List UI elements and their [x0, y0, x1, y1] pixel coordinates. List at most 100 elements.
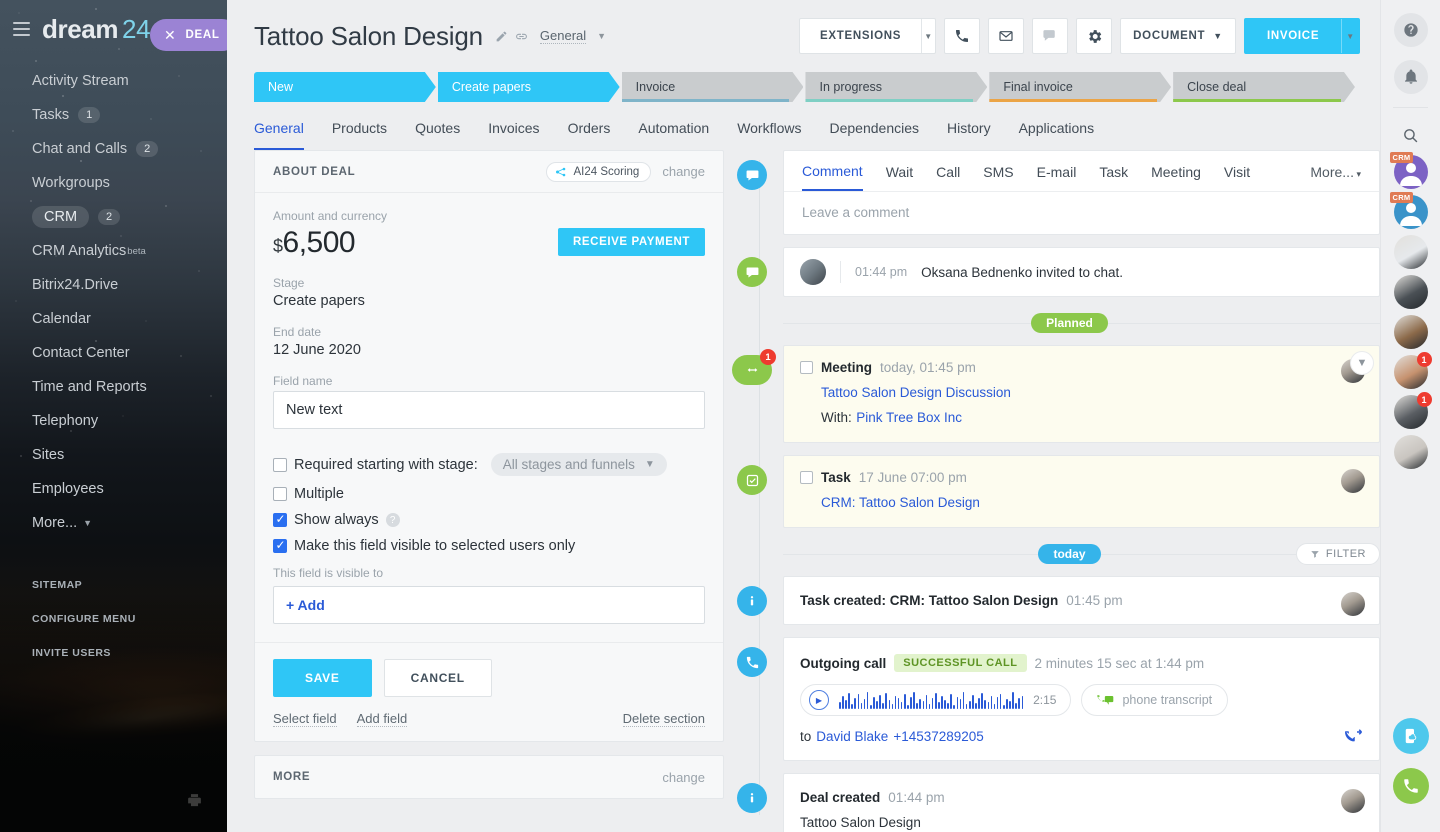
tab-invoices[interactable]: Invoices	[488, 120, 539, 150]
change-link[interactable]: change	[662, 164, 705, 179]
bell-icon[interactable]	[1394, 60, 1428, 94]
tab-workflows[interactable]: Workflows	[737, 120, 801, 150]
tab-history[interactable]: History	[947, 120, 991, 150]
call-to-phone[interactable]: +14537289205	[893, 729, 983, 744]
audio-waveform[interactable]	[839, 692, 1023, 709]
copy-link-icon[interactable]	[515, 30, 528, 43]
deal-tab-pill[interactable]: ✕ DEAL	[150, 19, 227, 51]
close-icon[interactable]: ✕	[164, 27, 176, 44]
menu-burger-icon[interactable]	[13, 22, 30, 36]
required-checkbox[interactable]	[273, 458, 287, 472]
activity-tab-meeting[interactable]: Meeting	[1151, 164, 1201, 190]
select-field-link[interactable]: Select field	[273, 711, 337, 727]
field-name-input[interactable]	[273, 391, 705, 429]
sidebar-item-activity-stream[interactable]: Activity Stream	[0, 64, 227, 98]
cancel-button[interactable]: CANCEL	[384, 659, 492, 697]
show-always-checkbox[interactable]	[273, 513, 287, 527]
extensions-button[interactable]: EXTENSIONS ▼	[799, 18, 936, 54]
call-to-name[interactable]: David Blake	[816, 729, 888, 744]
rail-avatar[interactable]: CRM	[1394, 155, 1428, 189]
logo[interactable]: dream24	[42, 14, 150, 45]
stage-new[interactable]: New	[254, 72, 436, 102]
receive-payment-button[interactable]: RECEIVE PAYMENT	[558, 228, 705, 256]
more-change-link[interactable]: change	[662, 770, 705, 785]
rail-avatar[interactable]	[1394, 435, 1428, 469]
sidebar-item-employees[interactable]: Employees	[0, 472, 227, 506]
ai-scoring-badge[interactable]: AI24 Scoring	[546, 162, 651, 182]
chevron-down-icon[interactable]: ▼	[1350, 351, 1374, 375]
tab-applications[interactable]: Applications	[1019, 120, 1095, 150]
activity-tab-e-mail[interactable]: E-mail	[1037, 164, 1077, 190]
end-date-value[interactable]: 12 June 2020	[273, 342, 705, 358]
meeting-complete-checkbox[interactable]	[800, 361, 813, 374]
audio-play-box[interactable]: ▶ 2:15	[800, 684, 1071, 716]
tab-quotes[interactable]: Quotes	[415, 120, 460, 150]
call-button[interactable]	[944, 18, 980, 54]
tab-general[interactable]: General	[254, 120, 304, 150]
chevron-down-icon[interactable]: ▼	[921, 19, 935, 53]
email-button[interactable]	[988, 18, 1024, 54]
rail-avatar[interactable]	[1394, 275, 1428, 309]
activity-more-menu[interactable]: More... ▾	[1310, 164, 1361, 190]
activity-tab-visit[interactable]: Visit	[1224, 164, 1250, 190]
activity-tab-task[interactable]: Task	[1099, 164, 1128, 190]
tab-orders[interactable]: Orders	[568, 120, 611, 150]
sidebar-footer-configure-menu[interactable]: CONFIGURE MENU	[0, 602, 227, 636]
tab-products[interactable]: Products	[332, 120, 387, 150]
funnel-selector[interactable]: General	[540, 28, 586, 44]
sidebar-footer-invite-users[interactable]: INVITE USERS	[0, 636, 227, 670]
task-subject[interactable]: CRM: Tattoo Salon Design	[821, 495, 980, 510]
add-user-button[interactable]: + Add	[273, 586, 705, 624]
search-icon[interactable]	[1381, 121, 1440, 149]
sidebar-item-sites[interactable]: Sites	[0, 438, 227, 472]
stage-create-papers[interactable]: Create papers	[438, 72, 620, 102]
help-icon[interactable]	[1394, 13, 1428, 47]
add-field-link[interactable]: Add field	[357, 711, 408, 727]
sidebar-item-tasks[interactable]: Tasks1	[0, 98, 227, 132]
chevron-down-icon[interactable]: ▼	[1341, 19, 1359, 53]
sidebar-item-calendar[interactable]: Calendar	[0, 302, 227, 336]
save-button[interactable]: SAVE	[273, 659, 372, 697]
rail-avatar[interactable]	[1394, 235, 1428, 269]
rail-avatar[interactable]	[1394, 315, 1428, 349]
sidebar-footer-sitemap[interactable]: SITEMAP	[0, 568, 227, 602]
sidebar-item-chat-and-calls[interactable]: Chat and Calls2	[0, 132, 227, 166]
tab-automation[interactable]: Automation	[638, 120, 709, 150]
document-button[interactable]: DOCUMENT ▼	[1120, 18, 1236, 54]
printer-icon[interactable]	[186, 792, 203, 809]
stage-invoice[interactable]: Invoice	[622, 72, 804, 102]
sidebar-item-bitrix24-drive[interactable]: Bitrix24.Drive	[0, 268, 227, 302]
activity-tab-call[interactable]: Call	[936, 164, 960, 190]
tab-dependencies[interactable]: Dependencies	[830, 120, 920, 150]
task-complete-checkbox[interactable]	[800, 471, 813, 484]
sidebar-item-contact-center[interactable]: Contact Center	[0, 336, 227, 370]
activity-tab-sms[interactable]: SMS	[983, 164, 1013, 190]
sidebar-item-time-and-reports[interactable]: Time and Reports	[0, 370, 227, 404]
meeting-with-value[interactable]: Pink Tree Box Inc	[856, 410, 962, 425]
phone-transcript-button[interactable]: phone transcript	[1081, 684, 1228, 716]
stage-in-progress[interactable]: In progress	[805, 72, 987, 102]
edit-pencil-icon[interactable]	[495, 30, 508, 43]
sidebar-item-crm[interactable]: CRM2	[0, 200, 227, 234]
comment-input[interactable]: Leave a comment	[784, 191, 1379, 234]
stage-close-deal[interactable]: Close deal	[1173, 72, 1355, 102]
rail-avatar[interactable]: 1	[1394, 395, 1428, 429]
sidebar-item-workgroups[interactable]: Workgroups	[0, 166, 227, 200]
play-icon[interactable]: ▶	[809, 690, 829, 710]
stage-final-invoice[interactable]: Final invoice	[989, 72, 1171, 102]
invoice-button[interactable]: INVOICE ▼	[1244, 18, 1360, 54]
sidebar-item-telephony[interactable]: Telephony	[0, 404, 227, 438]
visible-users-checkbox[interactable]	[273, 539, 287, 553]
sidebar-item-more[interactable]: More...▼	[0, 506, 227, 540]
multiple-checkbox[interactable]	[273, 487, 287, 501]
phone-icon[interactable]	[1393, 768, 1429, 804]
chevron-down-icon[interactable]: ▼	[83, 518, 92, 528]
help-icon[interactable]: ?	[386, 513, 400, 527]
activity-tab-wait[interactable]: Wait	[886, 164, 913, 190]
filter-button[interactable]: FILTER	[1296, 543, 1380, 565]
delete-section-link[interactable]: Delete section	[623, 711, 705, 727]
settings-gear-button[interactable]	[1076, 18, 1112, 54]
sidebar-item-crm-analytics[interactable]: CRM Analyticsbeta	[0, 234, 227, 268]
activity-tab-comment[interactable]: Comment	[802, 163, 863, 191]
stage-value[interactable]: Create papers	[273, 293, 705, 309]
